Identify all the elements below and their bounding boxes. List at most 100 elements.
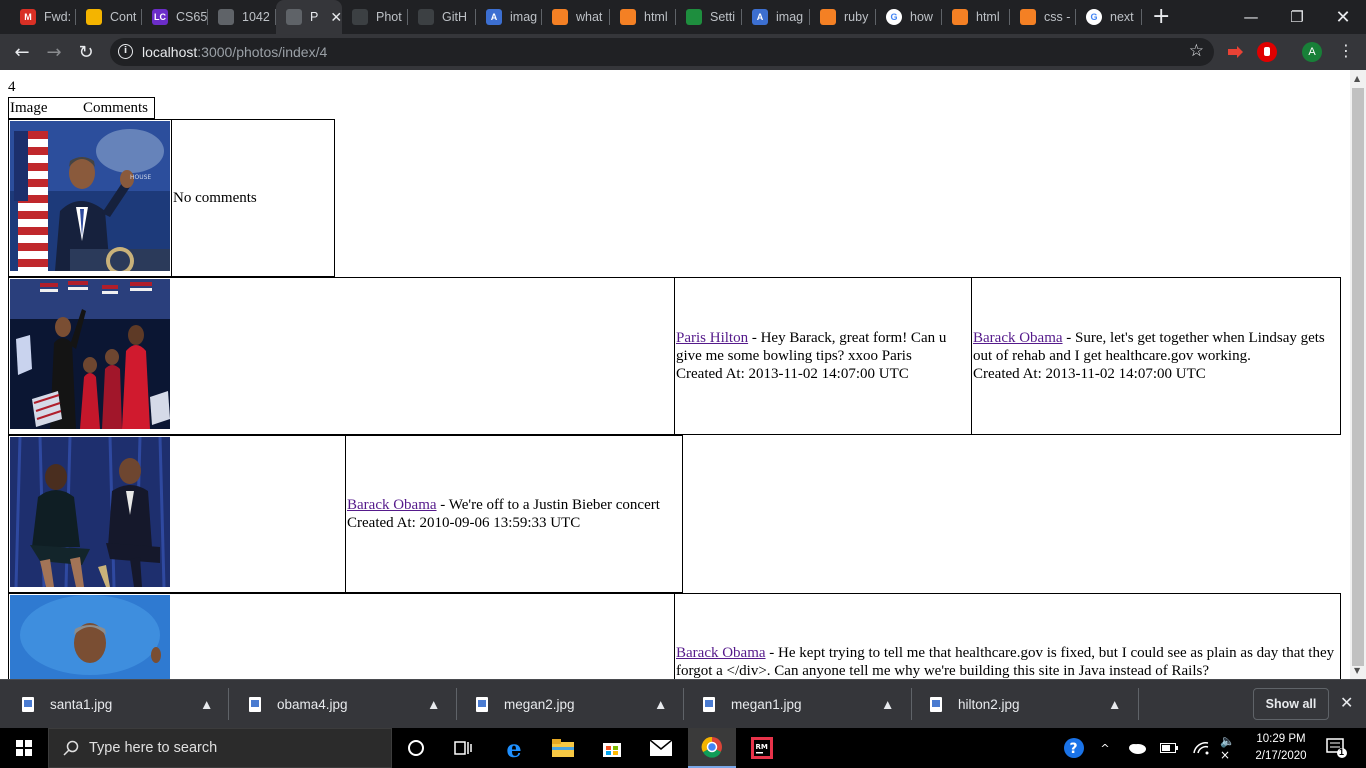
task-view-icon[interactable]: [441, 728, 485, 768]
comment-author-link[interactable]: Barack Obama: [973, 330, 1063, 346]
download-filename: hilton2.jpg: [958, 696, 1020, 712]
store-icon[interactable]: [590, 728, 634, 768]
close-tab-icon[interactable]: ✕: [330, 9, 342, 26]
browser-tab[interactable]: html: [942, 0, 1010, 34]
browser-tab[interactable]: Gnext: [1076, 0, 1142, 34]
download-item[interactable]: santa1.jpg: [22, 680, 112, 728]
comment-author-link[interactable]: Barack Obama: [676, 645, 766, 661]
battery-icon[interactable]: [1158, 728, 1180, 768]
reload-button[interactable]: ↻: [74, 40, 98, 64]
wifi-icon[interactable]: [1190, 728, 1212, 768]
tab-title: 1042: [242, 10, 270, 24]
windows-start-icon[interactable]: [0, 728, 48, 768]
download-filename: obama4.jpg: [277, 696, 348, 712]
chrome-taskbar-icon[interactable]: [688, 728, 736, 768]
photo-obama-podium[interactable]: HOUSE: [10, 121, 170, 271]
browser-tab[interactable]: M Fwd:: [10, 0, 76, 34]
browser-tab[interactable]: Aimag: [476, 0, 542, 34]
restore-button[interactable]: ❐: [1274, 0, 1320, 34]
photo-obama-portrait[interactable]: [10, 595, 170, 679]
url-path: :3000/photos/index/4: [197, 44, 328, 60]
taskbar-search-box[interactable]: Type here to search: [48, 728, 392, 768]
settings-icon: [686, 9, 702, 25]
extension-arrow-icon[interactable]: [1225, 42, 1245, 62]
show-all-button[interactable]: Show all: [1253, 688, 1329, 720]
rubymine-icon[interactable]: RM: [740, 728, 784, 768]
browser-tab[interactable]: Aimag: [742, 0, 810, 34]
chevron-up-icon[interactable]: ▲: [881, 697, 894, 712]
download-item[interactable]: hilton2.jpg: [930, 680, 1020, 728]
browser-tab[interactable]: 1042: [208, 0, 276, 34]
chevron-up-icon[interactable]: ▲: [654, 697, 667, 712]
onedrive-cloud-icon[interactable]: [1126, 728, 1148, 768]
comment-author-link[interactable]: Paris Hilton: [676, 330, 748, 346]
download-item[interactable]: megan1.jpg: [703, 680, 802, 728]
photo-obamas-seated[interactable]: [10, 437, 170, 587]
a-icon: A: [486, 9, 502, 25]
download-filename: megan2.jpg: [504, 696, 575, 712]
svg-text:HOUSE: HOUSE: [130, 174, 151, 181]
system-clock[interactable]: 10:29 PM 2/17/2020: [1250, 731, 1312, 765]
new-tab-button[interactable]: +: [1152, 4, 1170, 29]
browser-tab[interactable]: P ✕: [276, 0, 342, 34]
stackoverflow-icon: [552, 9, 568, 25]
tab-title: what: [576, 10, 603, 24]
chevron-up-icon[interactable]: ▲: [427, 697, 440, 712]
stackoverflow-icon: [1020, 9, 1036, 25]
browser-tab[interactable]: html: [610, 0, 676, 34]
chevron-up-icon[interactable]: ▲: [1108, 697, 1121, 712]
header-comments-label: Comments: [83, 100, 149, 116]
browser-tab[interactable]: ruby: [810, 0, 876, 34]
tab-title: CS65: [176, 10, 208, 24]
download-item[interactable]: megan2.jpg: [476, 680, 575, 728]
browser-tab[interactable]: Ghow: [876, 0, 942, 34]
edge-browser-icon[interactable]: e: [492, 728, 536, 768]
notifications-icon[interactable]: 1: [1322, 728, 1352, 768]
help-icon[interactable]: ?: [1060, 728, 1088, 768]
comment-author-link[interactable]: Barack Obama: [347, 497, 437, 513]
browser-tab[interactable]: css -: [1010, 0, 1076, 34]
browser-tab[interactable]: Phot: [342, 0, 408, 34]
download-item[interactable]: obama4.jpg: [249, 680, 348, 728]
show-hidden-icons-chevron-icon[interactable]: ^: [1096, 728, 1114, 768]
cortana-icon[interactable]: [394, 728, 438, 768]
browser-tab[interactable]: Setti: [676, 0, 742, 34]
url-host: localhost: [142, 44, 198, 60]
clock-time: 10:29 PM: [1256, 733, 1306, 745]
stackoverflow-icon: [620, 9, 636, 25]
tab-title: css -: [1044, 10, 1071, 24]
scroll-up-icon[interactable]: ▲: [1354, 74, 1360, 83]
scrollbar-thumb[interactable]: [1352, 88, 1364, 666]
site-info-icon[interactable]: i: [118, 44, 133, 59]
profile-avatar[interactable]: A: [1302, 42, 1322, 62]
search-icon: [63, 740, 79, 756]
bookmark-star-icon[interactable]: ☆: [1189, 41, 1204, 61]
close-window-button[interactable]: ✕: [1320, 0, 1366, 34]
adblock-icon[interactable]: [1257, 42, 1277, 62]
file-explorer-icon[interactable]: [541, 728, 585, 768]
address-bar[interactable]: i localhost:3000/photos/index/4 ☆: [110, 38, 1214, 66]
forward-button[interactable]: →: [42, 40, 66, 64]
minimize-button[interactable]: —: [1228, 0, 1274, 34]
back-button[interactable]: ←: [10, 40, 34, 64]
google-icon: G: [886, 9, 902, 25]
tab-divider: [1141, 9, 1142, 25]
close-shelf-icon[interactable]: ✕: [1340, 693, 1353, 712]
divider: [228, 688, 229, 720]
browser-tab[interactable]: GitH: [408, 0, 476, 34]
page-scrollbar[interactable]: ▲ ▼: [1350, 70, 1366, 679]
browser-tab[interactable]: LC CS65: [142, 0, 208, 34]
tab-title: Phot: [376, 10, 402, 24]
image-file-icon: [22, 696, 34, 712]
search-placeholder: Type here to search: [89, 740, 218, 756]
browser-tab[interactable]: Cont: [76, 0, 142, 34]
browser-tab[interactable]: what: [542, 0, 610, 34]
volume-muted-icon[interactable]: 🔈×: [1220, 728, 1242, 768]
photo-obama-family-stage[interactable]: [10, 279, 170, 429]
chevron-up-icon[interactable]: ▲: [200, 697, 213, 712]
menu-kebab-icon[interactable]: ⋮: [1338, 41, 1354, 60]
mail-icon[interactable]: [639, 728, 683, 768]
comment-text: - We're off to a Justin Bieber concert: [436, 497, 660, 513]
tab-title: html: [644, 10, 668, 24]
scroll-down-icon[interactable]: ▼: [1354, 666, 1360, 675]
